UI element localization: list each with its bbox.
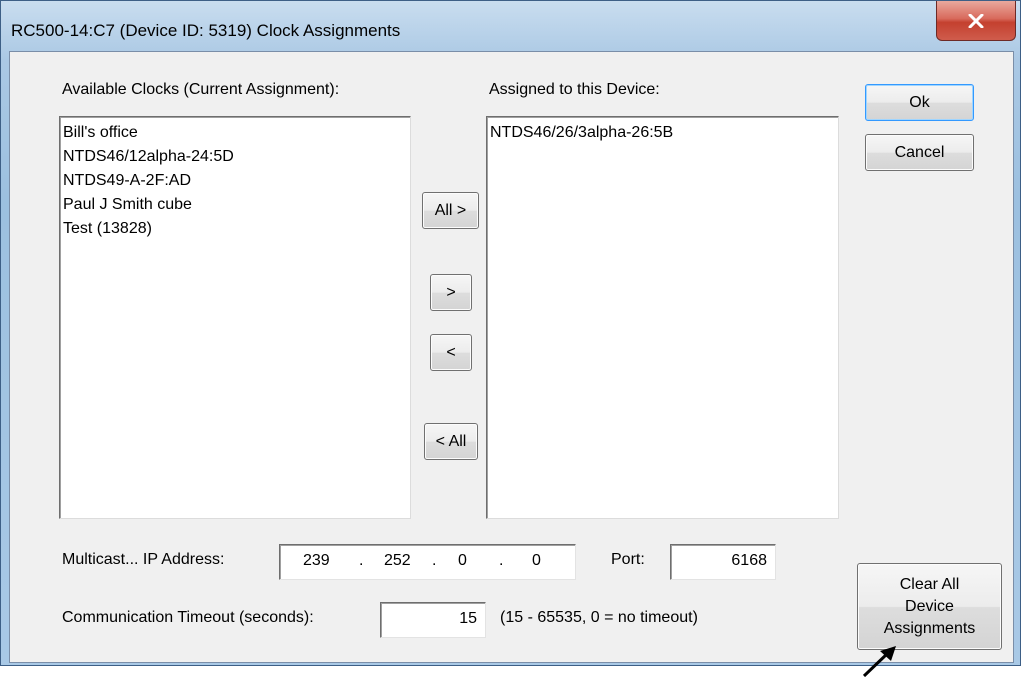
close-icon [968,13,984,28]
list-item[interactable]: NTDS46/12alpha-24:5D [63,145,410,169]
list-item[interactable]: Bill's office [63,121,410,145]
ip-separator: . [432,552,437,569]
multicast-ip-label: Multicast... IP Address: [62,551,225,568]
timeout-label: Communication Timeout (seconds): [62,609,314,626]
list-item[interactable]: NTDS49-A-2F:AD [63,169,410,193]
move-left-button[interactable]: < [430,334,472,371]
timeout-hint: (15 - 65535, 0 = no timeout) [500,609,698,626]
move-all-left-button[interactable]: < All [424,423,478,460]
available-clocks-list[interactable]: Bill's office NTDS46/12alpha-24:5D NTDS4… [59,116,411,519]
window-title: RC500-14:C7 (Device ID: 5319) Clock Assi… [11,21,401,40]
move-right-button[interactable]: > [430,274,472,311]
port-value[interactable]: 6168 [731,552,767,570]
list-item[interactable]: Test (13828) [63,217,410,241]
port-label: Port: [611,551,645,568]
ip-octet-2[interactable]: 252 [384,552,411,570]
list-item[interactable]: NTDS46/26/3alpha-26:5B [490,121,838,145]
assigned-clocks-list[interactable]: NTDS46/26/3alpha-26:5B [486,116,839,519]
assigned-clocks-label: Assigned to this Device: [489,81,660,98]
clear-all-assignments-button[interactable]: Clear All Device Assignments [857,563,1002,650]
dialog-client-area: Available Clocks (Current Assignment): B… [9,51,1014,663]
ok-button[interactable]: Ok [865,84,974,121]
annotation-arrow-icon [862,646,896,677]
close-button[interactable] [936,1,1016,41]
ip-octet-1[interactable]: 239 [303,552,330,570]
ip-separator: . [359,552,364,569]
dialog-window: RC500-14:C7 (Device ID: 5319) Clock Assi… [0,0,1021,666]
ip-octet-3[interactable]: 0 [458,552,467,570]
move-all-right-button[interactable]: All > [422,192,479,229]
port-field[interactable]: 6168 [670,544,776,580]
ip-separator: . [499,552,504,569]
list-item[interactable]: Paul J Smith cube [63,193,410,217]
ip-octet-4[interactable]: 0 [532,552,541,570]
timeout-field[interactable]: 15 [380,602,486,638]
ip-address-field[interactable]: 239 . 252 . 0 . 0 [279,544,576,580]
timeout-value[interactable]: 15 [459,610,477,628]
cancel-button[interactable]: Cancel [865,134,974,171]
available-clocks-label: Available Clocks (Current Assignment): [62,81,340,98]
